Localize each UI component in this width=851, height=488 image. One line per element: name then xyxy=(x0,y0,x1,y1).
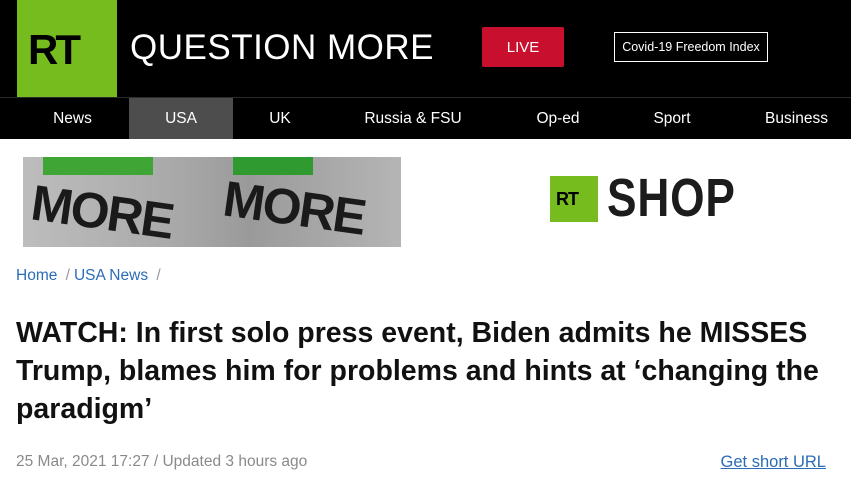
nav-item-usa[interactable]: USA xyxy=(129,98,233,139)
nav-item-russia-fsu[interactable]: Russia & FSU xyxy=(343,98,483,139)
breadcrumb: Home / USA News / xyxy=(16,266,165,286)
live-button[interactable]: LIVE xyxy=(482,27,564,67)
breadcrumb-separator: / xyxy=(156,267,161,284)
article-date: 25 Mar, 2021 17:27 / Updated 3 hours ago xyxy=(16,453,308,470)
rt-shop-logo: RT xyxy=(550,176,598,222)
breadcrumb-usa-news[interactable]: USA News xyxy=(74,267,148,284)
hoodies-image: MORE MORE xyxy=(23,157,401,247)
site-tagline: QUESTION MORE xyxy=(130,28,435,67)
hoodie-print-text: MORE xyxy=(27,174,177,247)
hoodie-print-text: MORE xyxy=(219,170,369,246)
nav-item-news[interactable]: News xyxy=(16,98,129,139)
get-short-url-link[interactable]: Get short URL xyxy=(721,452,826,472)
nav-item-uk[interactable]: UK xyxy=(233,98,327,139)
shop-label: SHOP xyxy=(607,168,736,228)
site-header: RT QUESTION MORE LIVE Covid-19 Freedom I… xyxy=(0,0,851,97)
hoodie-collar xyxy=(43,157,153,175)
breadcrumb-home[interactable]: Home xyxy=(16,267,57,284)
main-nav: News USA UK Russia & FSU Op-ed Sport Bus… xyxy=(0,97,851,139)
covid-freedom-index-button[interactable]: Covid-19 Freedom Index xyxy=(614,32,768,62)
breadcrumb-separator: / xyxy=(65,267,70,284)
rt-shop-banner[interactable]: MORE MORE RT SHOP xyxy=(23,157,833,247)
article-title: WATCH: In first solo press event, Biden … xyxy=(16,317,819,425)
rt-logo[interactable]: RT xyxy=(17,0,117,97)
nav-item-op-ed[interactable]: Op-ed xyxy=(505,98,611,139)
nav-item-business[interactable]: Business xyxy=(742,98,851,139)
rt-shop-logo-text: RT xyxy=(556,189,579,209)
nav-item-sport[interactable]: Sport xyxy=(623,98,721,139)
rt-logo-text: RT xyxy=(28,26,81,73)
